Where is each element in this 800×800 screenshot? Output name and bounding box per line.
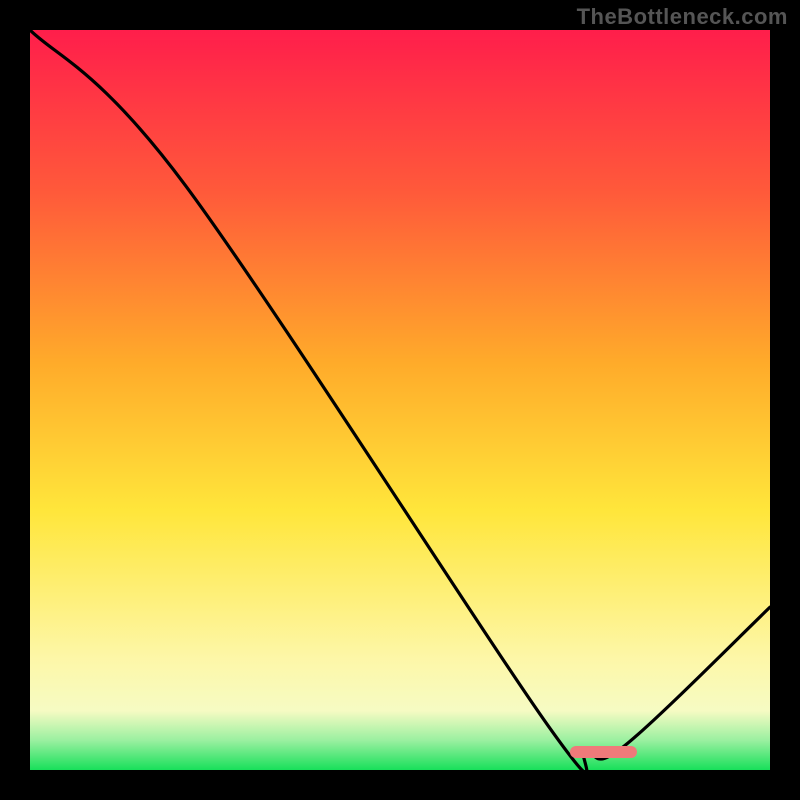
bottleneck-curve: [30, 30, 770, 770]
watermark-text: TheBottleneck.com: [577, 4, 788, 30]
chart-frame: TheBottleneck.com: [0, 0, 800, 800]
plot-area: [30, 30, 770, 770]
optimal-range-marker: [570, 746, 637, 758]
